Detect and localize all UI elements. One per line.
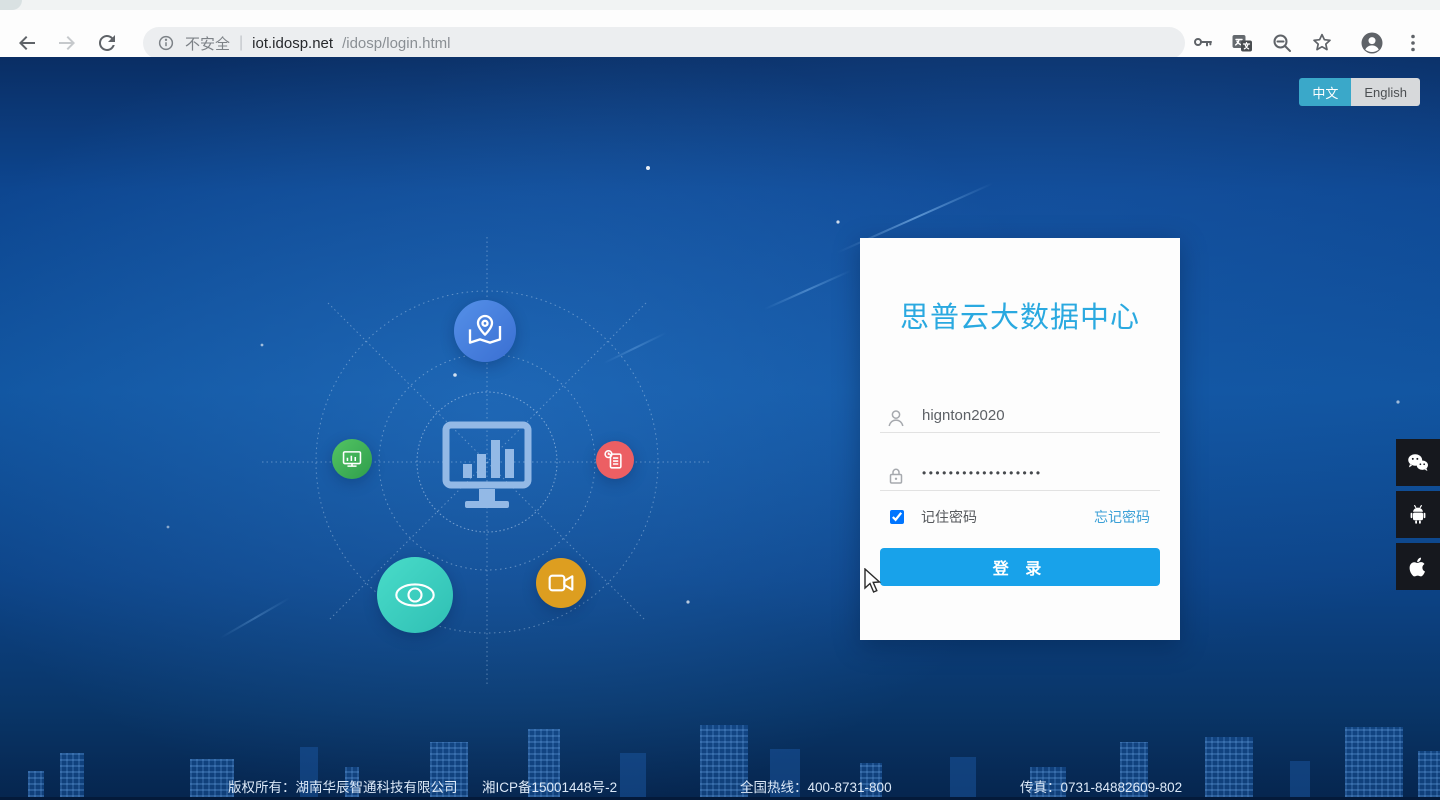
back-button[interactable] [15, 31, 39, 55]
url-path: /idosp/login.html [342, 34, 451, 52]
footer: 版权所有：湖南华辰智通科技有限公司 湘ICP备15001448号-2 全国热线：… [0, 776, 1440, 795]
mouse-cursor [863, 568, 885, 594]
hub-node-eye [377, 557, 453, 633]
user-icon [884, 406, 908, 430]
browser-chrome: 不安全 | iot.idosp.net/idosp/login.html [0, 0, 1440, 59]
login-card: 思普云大数据中心 记住密码 忘记密码 [860, 238, 1180, 640]
password-key-icon[interactable] [1191, 31, 1215, 55]
browser-toolbar: 不安全 | iot.idosp.net/idosp/login.html [0, 10, 1440, 59]
url-text: 不安全 | iot.idosp.net/idosp/login.html [185, 33, 450, 54]
profile-avatar[interactable] [1360, 31, 1384, 55]
footer-fax: 传真：0731-84882609-802 [1020, 780, 1183, 795]
browser-menu-icon[interactable] [1401, 31, 1425, 55]
security-label: 不安全 [185, 35, 231, 53]
username-field-row [880, 396, 1160, 433]
footer-hotline: 全国热线：400-8731-800 [740, 780, 892, 795]
login-page: 中文 English 思普云大数据中心 hignton2020 ••••••••… [0, 57, 1440, 800]
app-rail [1396, 439, 1440, 590]
translate-extension-icon[interactable] [1230, 31, 1254, 55]
bookmark-star-icon[interactable] [1310, 31, 1334, 55]
hub-rings-graphic [166, 166, 1400, 687]
username-input[interactable] [922, 407, 1142, 432]
apple-icon[interactable] [1396, 543, 1440, 590]
address-bar[interactable]: 不安全 | iot.idosp.net/idosp/login.html [143, 27, 1185, 59]
footer-icp: 湘ICP备15001448号-2 [482, 780, 618, 795]
remember-row: 记住密码 忘记密码 [880, 506, 1160, 528]
login-button[interactable]: 登 录 [880, 548, 1160, 586]
hub-node-camera [536, 558, 586, 608]
report-document-icon [604, 449, 622, 469]
remember-checkbox[interactable] [890, 510, 904, 524]
hub-node-map [454, 300, 516, 362]
tab-corner [0, 0, 22, 10]
reload-button[interactable] [95, 31, 119, 55]
password-input[interactable] [922, 466, 1142, 490]
password-field-row [880, 454, 1160, 491]
footer-copyright: 版权所有：湖南华辰智通科技有限公司 [228, 780, 458, 795]
lock-icon [884, 464, 908, 488]
map-location-icon [468, 314, 502, 344]
eye-icon [395, 583, 435, 607]
zoom-out-icon[interactable] [1270, 31, 1294, 55]
tab-strip [0, 0, 1440, 10]
forward-button[interactable] [55, 31, 79, 55]
remember-label[interactable]: 记住密码 [921, 507, 977, 527]
hub-node-monitor [332, 439, 372, 479]
url-host: iot.idosp.net [252, 34, 334, 52]
video-camera-icon [548, 574, 574, 592]
page-info-icon[interactable] [157, 34, 175, 52]
mini-monitor-icon [342, 451, 362, 467]
url-separator: | [239, 34, 244, 51]
wechat-icon[interactable] [1396, 439, 1440, 486]
forgot-password-link[interactable]: 忘记密码 [1094, 507, 1150, 527]
android-icon[interactable] [1396, 491, 1440, 538]
hub-node-report [596, 441, 634, 479]
login-title: 思普云大数据中心 [899, 302, 1140, 334]
